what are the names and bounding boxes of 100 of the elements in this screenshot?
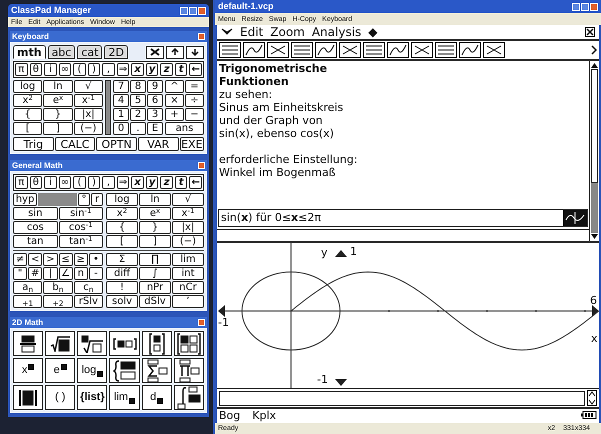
key-button[interactable]: diff xyxy=(106,267,138,280)
key-button[interactable]: nCr xyxy=(172,281,204,294)
minimize-icon[interactable] xyxy=(572,2,580,10)
key-button[interactable]: 5 xyxy=(130,94,146,107)
close-icon[interactable] xyxy=(585,27,595,37)
key-button[interactable]: ! xyxy=(106,281,138,294)
key-button[interactable]: π xyxy=(15,176,28,189)
template-button[interactable] xyxy=(142,358,172,383)
key-button[interactable]: ⇒ xyxy=(116,63,130,76)
key-button[interactable]: 7 xyxy=(113,80,129,93)
key-button[interactable]: nPr xyxy=(139,281,171,294)
key-button[interactable]: • xyxy=(88,253,103,266)
up-down-icon[interactable] xyxy=(587,390,597,406)
key-button[interactable]: e$^{x}$ xyxy=(43,94,73,107)
key-button[interactable]: x xyxy=(131,176,144,189)
app-menu-item[interactable]: Zoom xyxy=(270,26,305,38)
graph-tool-icon[interactable] xyxy=(243,42,265,58)
key-button[interactable]: [ xyxy=(106,235,138,248)
key-button[interactable]: r xyxy=(91,193,103,206)
key-button[interactable]: log xyxy=(13,80,42,93)
key-button[interactable]: (−) xyxy=(74,122,103,135)
key-button[interactable]: sin xyxy=(13,207,58,220)
key-button[interactable]: |x| xyxy=(74,108,103,121)
key-button[interactable]: (−) xyxy=(172,235,204,248)
key-button[interactable]: tan$^{-1}$ xyxy=(58,235,103,248)
key-button[interactable]: ⇒ xyxy=(116,176,130,189)
graph-tool-icon[interactable] xyxy=(411,42,433,58)
key-button[interactable]: EXE xyxy=(180,137,204,151)
key-button[interactable]: x$^{2}$ xyxy=(13,94,42,107)
key-button[interactable]: { xyxy=(13,108,42,121)
template-button[interactable] xyxy=(142,331,172,356)
key-button[interactable]: 1 xyxy=(113,108,129,121)
key-button[interactable]: " xyxy=(13,267,28,280)
key-button[interactable]: ) xyxy=(88,176,100,189)
key-button[interactable]: ∞ xyxy=(58,63,72,76)
graph-tool-icon[interactable] xyxy=(363,42,385,58)
key-button[interactable]: √ xyxy=(74,80,103,93)
key-button[interactable]: ≥ xyxy=(74,253,88,266)
key-button[interactable]: ans xyxy=(165,122,204,135)
graph-tool-icon[interactable] xyxy=(339,42,361,58)
key-button[interactable]: 3 xyxy=(147,108,163,121)
key-button[interactable]: solv xyxy=(106,295,138,308)
key-button[interactable]: i xyxy=(44,176,57,189)
key-button[interactable]: ← xyxy=(189,176,202,189)
key-button[interactable]: ∞ xyxy=(58,176,72,189)
key-button[interactable]: θ xyxy=(30,176,42,189)
template-button[interactable] xyxy=(174,358,204,383)
key-button[interactable]: 4 xyxy=(113,94,129,107)
key-button[interactable]: |x| xyxy=(172,221,204,234)
key-button[interactable]: cos$^{-1}$ xyxy=(58,221,103,234)
key-button[interactable]: VAR xyxy=(138,137,179,151)
key-button[interactable]: lim xyxy=(172,253,204,266)
keyboard-tab[interactable]: 2D xyxy=(104,45,128,59)
key-button[interactable]: √ xyxy=(172,193,204,206)
key-button[interactable]: - xyxy=(88,267,103,280)
key-button[interactable]: z xyxy=(160,176,173,189)
key-button[interactable]: int xyxy=(172,267,204,280)
key-button[interactable]: ( xyxy=(73,176,86,189)
template-button[interactable]: lim xyxy=(109,385,140,410)
template-button[interactable] xyxy=(109,358,140,383)
template-button[interactable]: {list} xyxy=(77,385,108,410)
key-button[interactable]: π xyxy=(15,63,28,76)
key-button[interactable]: + xyxy=(165,108,184,121)
down-arrow-icon[interactable] xyxy=(335,379,347,386)
key-button[interactable]: 6 xyxy=(147,94,163,107)
key-button[interactable]: # xyxy=(28,267,42,280)
key-button[interactable]: x$^{-1}$ xyxy=(74,94,103,107)
maximize-icon[interactable] xyxy=(581,2,589,10)
scrollbar-thumb[interactable] xyxy=(591,183,598,233)
key-button[interactable]: +1 xyxy=(13,295,42,308)
template-button[interactable]: x xyxy=(13,358,44,383)
graph-tool-icon[interactable] xyxy=(435,42,457,58)
template-button[interactable] xyxy=(13,331,44,356)
key-button[interactable]: log xyxy=(106,193,138,206)
scroll-down-icon[interactable] xyxy=(590,233,599,241)
key-button[interactable]: ] xyxy=(139,235,171,248)
template-button[interactable] xyxy=(109,331,140,356)
template-button[interactable]: e xyxy=(45,358,76,383)
template-button[interactable] xyxy=(77,331,108,356)
key-button[interactable]: | xyxy=(43,267,58,280)
key-button[interactable]: c$_{n}$ xyxy=(74,281,103,294)
key-button[interactable]: Trig xyxy=(13,137,54,151)
keyboard-tab[interactable]: abc xyxy=(48,45,76,59)
template-button[interactable] xyxy=(13,385,44,410)
graph-tool-icon[interactable] xyxy=(483,42,505,58)
key-button[interactable]: , xyxy=(102,176,115,189)
key-button[interactable]: t xyxy=(174,63,188,76)
key-button[interactable]: x$^{2}$ xyxy=(106,207,138,220)
key-button[interactable]: . xyxy=(130,122,146,135)
key-button[interactable]: = xyxy=(185,80,204,93)
key-button[interactable]: 0 xyxy=(113,122,129,135)
template-button[interactable]: d xyxy=(142,385,172,410)
key-button[interactable]: a$_{n}$ xyxy=(13,281,42,294)
clear-icon[interactable] xyxy=(146,46,164,58)
key-button[interactable]: { xyxy=(106,221,138,234)
template-button[interactable]: log xyxy=(77,358,108,383)
key-button[interactable]: } xyxy=(43,108,73,121)
key-button[interactable]: ] xyxy=(43,122,73,135)
key-button[interactable]: > xyxy=(43,253,58,266)
key-button[interactable]: ← xyxy=(189,63,202,76)
